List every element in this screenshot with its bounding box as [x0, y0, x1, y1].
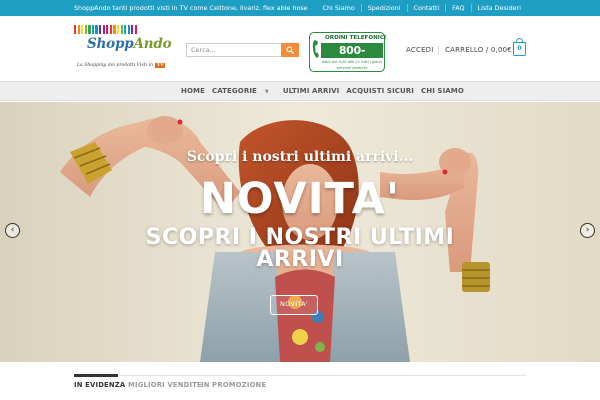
top-link-contatti[interactable]: Contatti — [406, 4, 446, 12]
phone-free-label: servizio gratuito — [336, 65, 368, 70]
logo-brand-part1: Shopp — [87, 36, 134, 52]
search-button[interactable] — [281, 43, 299, 57]
logo-stripe — [124, 25, 127, 34]
cart-bag-icon[interactable]: 0 — [513, 38, 526, 56]
top-bar: ShoppAndo tanti prodotti visti in TV com… — [0, 0, 600, 16]
search-form — [186, 43, 299, 57]
search-icon — [286, 46, 294, 54]
nav-item-ultimi-arrivi[interactable]: ULTIMI ARRIVI — [283, 87, 340, 95]
hero-slider[interactable]: Scopri i nostri ultimi arrivi... NOVITA'… — [0, 102, 600, 362]
chevron-down-icon: ▼ — [264, 89, 269, 95]
header: ShoppAndo La Shopping dei prodotti Visti… — [0, 16, 600, 80]
hero-subheadline: SCOPRI I NOSTRI ULTIMI ARRIVI — [145, 225, 455, 272]
cart-count: 0 — [517, 44, 522, 52]
logo-stripe — [95, 25, 98, 34]
phone-hours: dalle ore 9,00 alle 21 tutti i giorni — [321, 60, 383, 64]
phone-number: 800-034556 — [321, 43, 383, 72]
nav-item-categorie-label: CATEGORIE — [211, 87, 257, 95]
main-nav: HOME CATEGORIE ▼ ULTIMI ARRIVI ACQUISTI S… — [0, 81, 600, 101]
logo-tv-badge: TV — [155, 63, 166, 68]
slider-next-button[interactable]: › — [580, 223, 595, 238]
logo-stripe — [81, 25, 84, 34]
logo-stripe — [74, 25, 77, 34]
logo-stripes — [74, 25, 138, 34]
phone-banner-title: ORDINI TELEFONICI — [325, 35, 387, 41]
logo-stripe — [127, 25, 130, 34]
tab-in-promozione[interactable]: IN PROMOZIONE — [201, 381, 266, 389]
login-link[interactable]: ACCEDI — [406, 46, 434, 54]
cart-link[interactable]: CARRELLO / 0,00€ — [445, 46, 512, 54]
active-tab-indicator — [74, 374, 118, 377]
logo-stripe — [106, 25, 109, 34]
logo-brand: ShoppAndo — [87, 36, 172, 52]
logo-stripe — [131, 25, 134, 34]
top-link-spedizioni[interactable]: Spedizioni — [360, 4, 407, 12]
top-links: Chi Siamo Spedizioni Contatti FAQ Lista … — [317, 4, 527, 12]
header-divider — [438, 45, 439, 55]
phone-order-banner[interactable]: ORDINI TELEFONICI 800-034556 dalle ore 9… — [309, 32, 387, 72]
site-logo[interactable]: ShoppAndo La Shopping dei prodotti Visti… — [74, 24, 172, 74]
chevron-left-icon: ‹ — [10, 225, 15, 235]
top-link-chi-siamo[interactable]: Chi Siamo — [317, 4, 361, 12]
logo-stripe — [88, 25, 91, 34]
nav-item-acquisti-sicuri[interactable]: ACQUISTI SICURI — [346, 87, 414, 95]
top-bar-tagline: ShoppAndo tanti prodotti visti in TV com… — [74, 4, 308, 12]
logo-stripe — [134, 25, 138, 34]
logo-stripe — [113, 25, 116, 34]
logo-brand-part2: Ando — [133, 36, 172, 52]
logo-stripe — [84, 25, 87, 34]
logo-stripe — [102, 25, 105, 34]
logo-stripe — [77, 25, 80, 34]
nav-item-home[interactable]: HOME — [181, 87, 205, 95]
hero-headline: NOVITA' — [199, 174, 401, 224]
product-tabs: IN EVIDENZA MIGLIORI VENDITE IN PROMOZIO… — [74, 374, 526, 395]
nav-item-categorie[interactable]: CATEGORIE ▼ — [212, 87, 276, 95]
hero-cta-button[interactable]: NOVITA' — [270, 295, 318, 315]
nav-item-chi-siamo[interactable]: CHI SIAMO — [421, 87, 464, 95]
tab-migliori-vendite[interactable]: MIGLIORI VENDITE — [128, 381, 202, 389]
tabs-divider — [74, 375, 526, 376]
chevron-right-icon: › — [585, 225, 590, 235]
logo-stripe — [109, 25, 112, 34]
logo-stripe — [99, 25, 102, 34]
logo-subtitle-text: La Shopping dei prodotti Visti in — [77, 63, 153, 68]
logo-stripe — [91, 25, 95, 34]
top-link-lista-desideri[interactable]: Lista Desideri — [470, 4, 527, 12]
phone-icon — [312, 40, 319, 58]
tab-in-evidenza[interactable]: IN EVIDENZA — [74, 381, 125, 389]
logo-subtitle: La Shopping dei prodotti Visti in TV — [77, 63, 166, 68]
hero-tagline: Scopri i nostri ultimi arrivi... — [186, 149, 414, 165]
slider-prev-button[interactable]: ‹ — [5, 223, 20, 238]
logo-stripe — [116, 25, 120, 34]
search-input[interactable] — [186, 43, 281, 57]
top-link-faq[interactable]: FAQ — [445, 4, 470, 12]
logo-stripe — [120, 25, 123, 34]
